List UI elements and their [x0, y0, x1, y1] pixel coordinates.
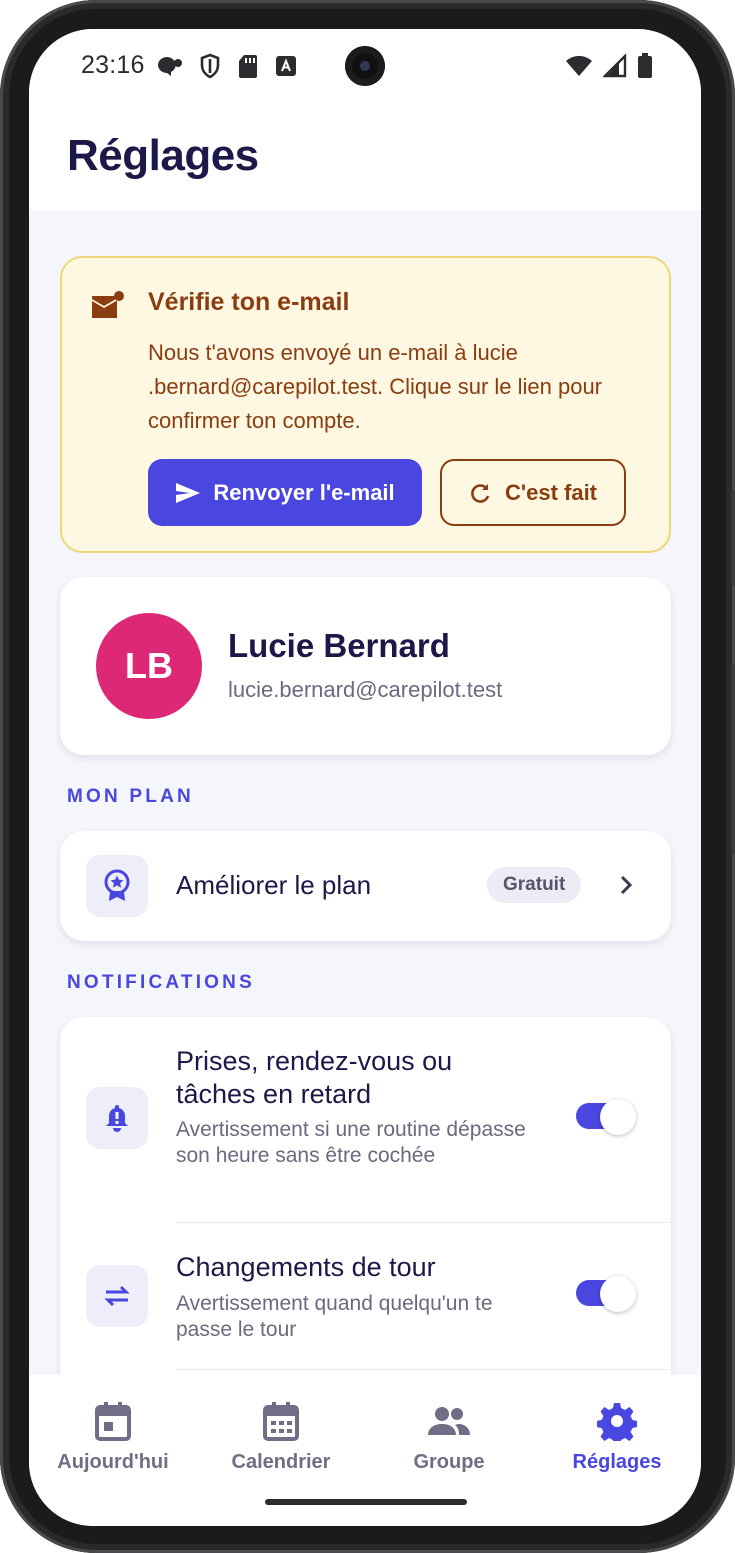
app-header: Réglages: [29, 109, 701, 210]
nav-item-settings[interactable]: Réglages: [533, 1401, 701, 1474]
page-title: Réglages: [67, 131, 259, 180]
wifi-icon: [566, 55, 592, 76]
upgrade-plan-row[interactable]: Améliorer le plan Gratuit: [60, 831, 671, 941]
calendar-today-icon: [95, 1402, 131, 1441]
notification-title-turn: Changements de tour: [176, 1252, 436, 1282]
status-time: 23:16: [81, 51, 145, 79]
profile-name: Lucie Bernard: [228, 627, 450, 664]
shield-icon: [200, 53, 220, 79]
plan-badge: Gratuit: [487, 867, 582, 903]
phone-frame: 23:16 Réglages Vérifie ton e-mail Nous t…: [0, 0, 735, 1553]
row-divider: [176, 1369, 671, 1370]
refresh-icon: [471, 483, 490, 503]
send-icon: [176, 482, 201, 503]
calendar-month-icon: [263, 1402, 299, 1441]
done-button[interactable]: C'est fait: [440, 459, 626, 526]
bell-icon-tile: [86, 1087, 148, 1149]
nav-item-group[interactable]: Groupe: [365, 1401, 533, 1474]
gear-icon: [597, 1403, 637, 1441]
nav-label-calendar: Calendrier: [231, 1451, 331, 1473]
notification-desc-late: Avertissement si une routine dépasse son…: [176, 1118, 526, 1167]
battery-icon: [638, 53, 652, 78]
done-label: C'est fait: [504, 479, 598, 505]
notification-desc-turn: Avertissement quand quelqu'un te passe l…: [176, 1292, 493, 1341]
message-badge-icon: [158, 57, 182, 76]
toggle-knob: [600, 1276, 636, 1312]
swap-arrows-icon: [104, 1285, 130, 1307]
keyboard-a-icon: [276, 56, 296, 76]
row-divider: [176, 1222, 671, 1223]
resend-email-button[interactable]: Renvoyer l'e-mail: [148, 459, 422, 526]
verify-email-title: Vérifie ton e-mail: [148, 288, 350, 316]
group-icon: [428, 1407, 470, 1435]
notification-title-late-line1: Prises, rendez-vous ou: [176, 1046, 453, 1076]
nav-item-calendar[interactable]: Calendrier: [197, 1401, 365, 1474]
nav-label-today: Aujourd'hui: [57, 1451, 169, 1473]
profile-email: lucie.bernard@carepilot.test: [228, 677, 503, 702]
volume-button: [731, 490, 735, 586]
verify-email-banner: Vérifie ton e-mail Nous t'avons envoyé u…: [60, 256, 671, 553]
swap-icon-tile: [86, 1265, 148, 1327]
section-label-plan: MON PLAN: [67, 786, 194, 807]
status-bar: 23:16: [29, 29, 701, 109]
sd-card-icon: [239, 55, 257, 78]
signal-icon: [603, 54, 627, 78]
power-button: [731, 664, 735, 854]
nav-label-group: Groupe: [413, 1451, 485, 1473]
resend-email-label: Renvoyer l'e-mail: [213, 479, 395, 505]
plan-icon-tile: [86, 855, 148, 917]
bell-icon: [106, 1105, 128, 1132]
notifications-card: Prises, rendez-vous ou tâches en retard …: [60, 1017, 671, 1437]
award-badge-icon: [104, 869, 130, 901]
profile-card[interactable]: LB Lucie Bernard lucie.bernard@carepilot…: [60, 577, 671, 755]
mark-email-unread-icon: [92, 291, 124, 318]
status-icons-right: [565, 53, 653, 79]
chevron-right-icon: [620, 875, 633, 895]
status-icons-left: [157, 53, 297, 79]
screen: 23:16 Réglages Vérifie ton e-mail Nous t…: [29, 29, 701, 1526]
home-indicator[interactable]: [265, 1499, 467, 1505]
toggle-knob: [600, 1099, 636, 1135]
toggle-turn-switch[interactable]: [576, 1276, 638, 1312]
avatar: LB: [96, 613, 202, 719]
notification-title-late-line2: tâches en retard: [176, 1079, 372, 1109]
nav-label-settings: Réglages: [572, 1451, 662, 1473]
front-camera: [345, 46, 385, 86]
upgrade-plan-label: Améliorer le plan: [176, 870, 372, 900]
toggle-late-switch[interactable]: [576, 1099, 638, 1135]
nav-item-today[interactable]: Aujourd'hui: [29, 1401, 197, 1474]
section-label-notifications: NOTIFICATIONS: [67, 972, 255, 993]
verify-email-message: Nous t'avons envoyé un e-mail à lucie .b…: [148, 340, 603, 433]
